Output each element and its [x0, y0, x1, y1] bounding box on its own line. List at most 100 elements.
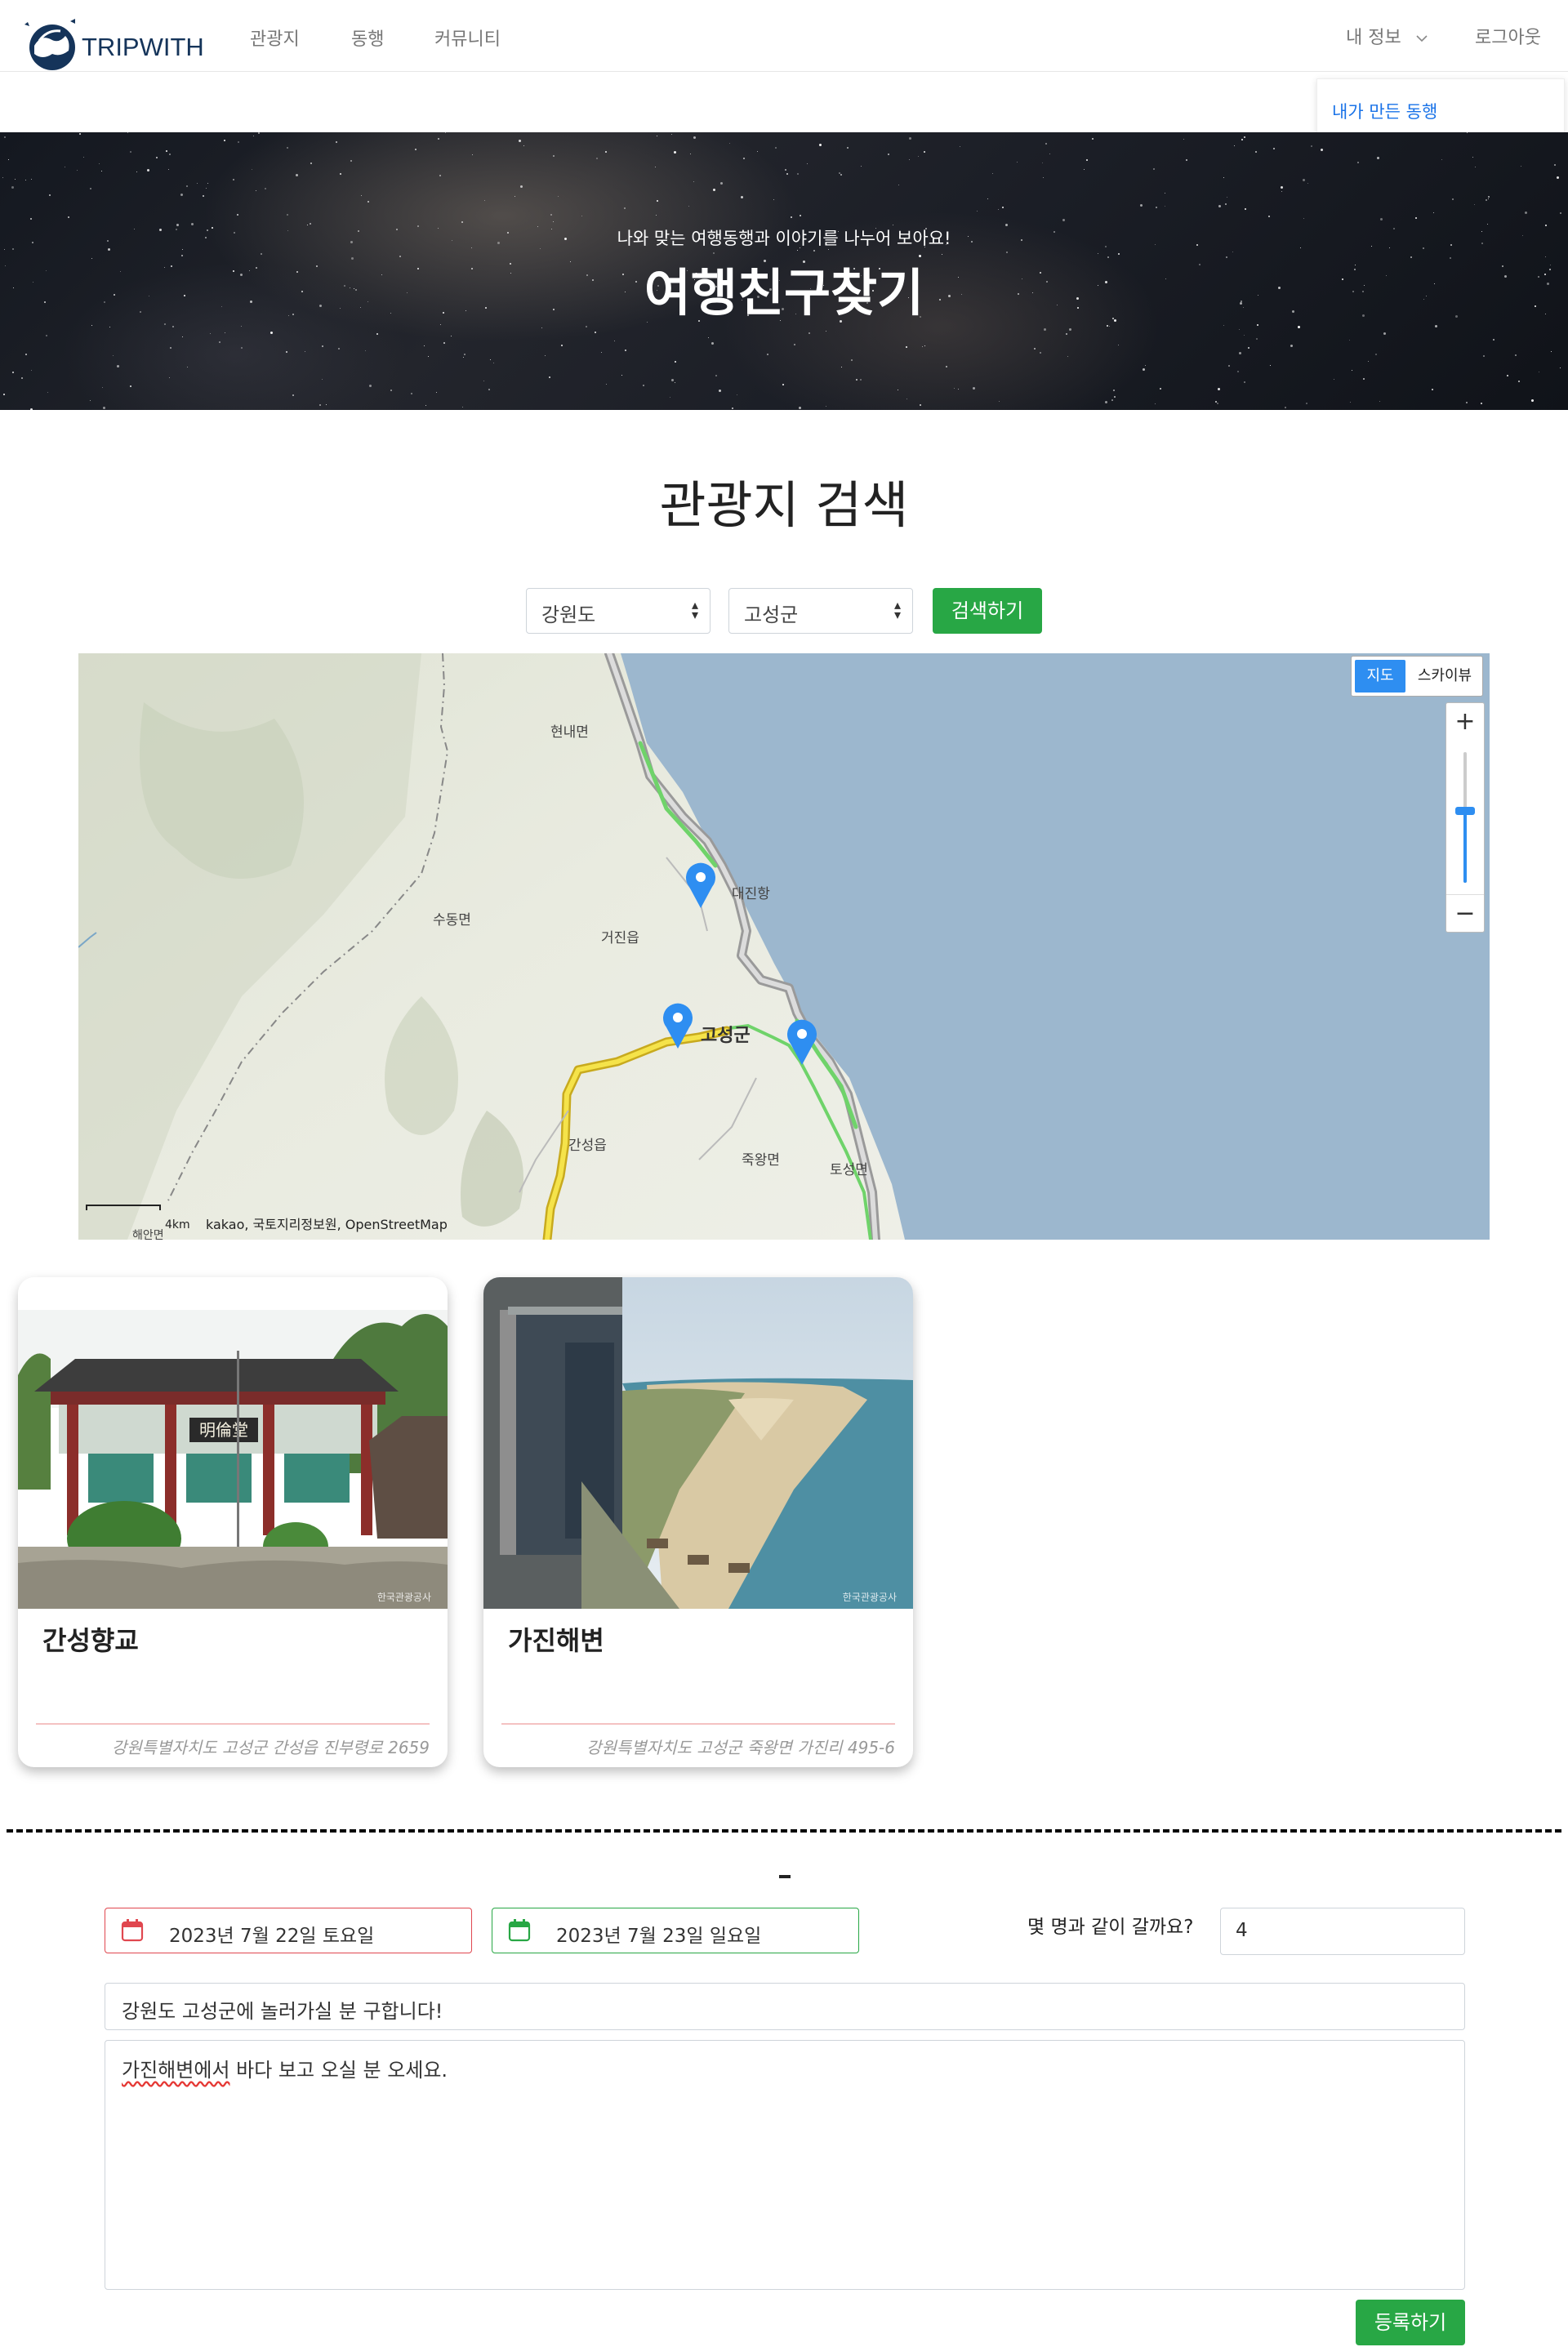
star: [1554, 163, 1557, 166]
star: [1280, 185, 1283, 189]
star: [541, 327, 542, 329]
star: [1362, 377, 1365, 380]
logout-link[interactable]: 로그아웃: [1475, 23, 1541, 49]
star: [523, 145, 525, 146]
star: [670, 379, 674, 382]
star: [1223, 177, 1225, 178]
star: [1108, 326, 1110, 327]
tripwith-logo[interactable]: TRIPWITH: [23, 16, 211, 72]
star: [1034, 347, 1036, 350]
star: [1043, 177, 1045, 179]
map-label-toseong: 토성면: [830, 1162, 868, 1178]
map-marker-icon[interactable]: [662, 1003, 694, 1050]
province-select[interactable]: 강원도 ▴ ▾: [526, 588, 710, 634]
star: [1044, 327, 1047, 331]
star: [360, 194, 362, 196]
start-date-picker[interactable]: 2023년 7월 22일 토요일: [105, 1908, 472, 1953]
star: [236, 214, 238, 216]
star: [1303, 217, 1304, 219]
star: [1113, 389, 1116, 391]
star: [624, 207, 626, 210]
attraction-card[interactable]: 한국관광공사 가진해변 강원특별자치도 고성군 죽왕면 가진리 495-6: [483, 1277, 913, 1767]
zoom-slider-handle[interactable]: [1455, 807, 1475, 815]
star: [1154, 403, 1156, 405]
star: [127, 132, 128, 134]
star: [1092, 138, 1094, 140]
star: [1488, 196, 1490, 198]
nav-link-community[interactable]: 커뮤니티: [434, 24, 501, 51]
star: [368, 384, 372, 387]
search-button[interactable]: 검색하기: [933, 588, 1042, 634]
star: [1474, 204, 1476, 206]
map-marker-icon[interactable]: [786, 1019, 818, 1067]
star: [1268, 216, 1271, 218]
star: [1517, 380, 1520, 382]
attraction-card[interactable]: 明倫堂 한국관광공사 간성향교 강원특별자치도 고성군 간성읍 진부령로 265…: [18, 1277, 448, 1767]
my-info-dropdown[interactable]: 내 정보: [1346, 23, 1428, 49]
star: [514, 195, 515, 197]
star: [670, 133, 672, 135]
star: [945, 365, 947, 367]
star: [1281, 190, 1283, 192]
star: [1524, 212, 1527, 215]
star: [1084, 169, 1085, 171]
star: [376, 332, 378, 335]
star: [47, 392, 49, 394]
kakao-map[interactable]: 현내면 수동면 거진읍 간성읍 죽왕면 토성면 대진항 고성군 지도 스카이뷰 …: [78, 653, 1490, 1240]
star: [223, 139, 225, 141]
nav-link-companion[interactable]: 동행: [351, 24, 384, 51]
star: [656, 215, 657, 216]
star: [319, 403, 322, 406]
star: [1185, 158, 1187, 161]
star: [117, 365, 120, 368]
post-content-textarea[interactable]: 가진해변에서 바다 보고 오실 분 오세요.: [105, 2040, 1465, 2290]
star: [1487, 198, 1489, 199]
star: [1002, 207, 1004, 209]
star: [1306, 403, 1308, 405]
map-marker-icon[interactable]: [684, 862, 717, 910]
hyanggyo-photo: 明倫堂 한국관광공사: [18, 1277, 448, 1609]
star: [1285, 406, 1287, 408]
star: [924, 345, 925, 346]
star: [1486, 224, 1488, 225]
submit-button[interactable]: 등록하기: [1356, 2300, 1465, 2345]
star: [233, 178, 235, 180]
star: [206, 188, 207, 189]
zoom-level-fill: [1463, 811, 1467, 883]
star: [1241, 139, 1243, 141]
people-count-input[interactable]: 4: [1220, 1908, 1465, 1955]
zoom-out-button[interactable]: −: [1446, 894, 1484, 933]
star: [443, 342, 445, 345]
map-scale-label: 4km: [165, 1218, 190, 1231]
district-select[interactable]: 고성군 ▴ ▾: [728, 588, 913, 634]
zoom-in-button[interactable]: +: [1446, 703, 1484, 741]
star: [435, 392, 437, 394]
star: [1159, 387, 1161, 390]
star: [1225, 203, 1227, 205]
post-title-input[interactable]: 강원도 고성군에 놀러가실 분 구합니다!: [105, 1983, 1465, 2030]
star: [172, 326, 174, 328]
dropdown-item-my-companions[interactable]: 내가 만든 동행: [1332, 99, 1437, 123]
star: [1472, 157, 1474, 158]
star: [238, 141, 240, 144]
star: [782, 384, 784, 386]
star: [322, 378, 323, 380]
nav-link-attractions[interactable]: 관광지: [250, 24, 300, 51]
star: [1379, 401, 1380, 403]
star: [729, 143, 731, 145]
end-date-picker[interactable]: 2023년 7월 23일 일요일: [492, 1908, 859, 1953]
star: [923, 151, 925, 154]
star: [68, 216, 70, 218]
star: [129, 385, 131, 388]
star: [624, 350, 626, 352]
star: [1233, 145, 1235, 147]
star: [368, 200, 370, 203]
star: [169, 153, 172, 155]
map-type-skyview-button[interactable]: 스카이뷰: [1410, 660, 1479, 693]
star: [1085, 159, 1088, 162]
star: [1245, 207, 1247, 210]
star: [786, 173, 788, 176]
map-type-map-button[interactable]: 지도: [1355, 660, 1405, 693]
star: [463, 357, 465, 359]
globe-logo-icon: [24, 19, 75, 70]
